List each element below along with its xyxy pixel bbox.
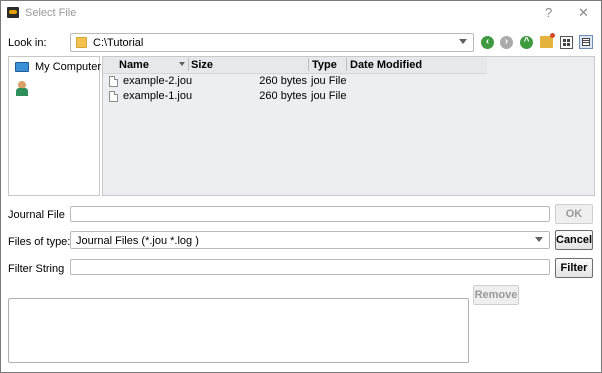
journal-file-label: Journal File <box>8 209 65 221</box>
back-icon[interactable]: ‹ <box>481 36 494 49</box>
chevron-down-icon <box>459 39 467 44</box>
forward-icon[interactable]: › <box>500 36 513 49</box>
column-size-label: Size <box>191 59 214 71</box>
column-type-label: Type <box>312 59 337 71</box>
title-bar: Select File ? ✕ <box>1 1 601 25</box>
file-name: example-2.jou <box>123 75 193 87</box>
remove-button[interactable]: Remove <box>473 285 519 305</box>
table-row[interactable]: example-1.jou 260 bytes jou File <box>103 89 487 104</box>
column-name-label: Name <box>119 59 149 71</box>
file-size: 260 bytes <box>259 75 307 87</box>
help-button[interactable]: ? <box>545 5 552 20</box>
file-type: jou File <box>311 75 347 87</box>
files-of-type-label: Files of type: <box>8 236 71 248</box>
files-of-type-value: Journal Files (*.jou *.log ) <box>76 235 199 247</box>
sidebar-item-label: My Computer <box>35 61 102 73</box>
places-sidebar: My Computer <box>8 56 102 196</box>
look-in-value: C:\Tutorial <box>93 37 144 49</box>
up-icon[interactable]: ^ <box>520 36 533 49</box>
column-date-label: Date Modified <box>350 59 423 71</box>
file-list-header: Name Size Type Date Modified <box>103 57 487 74</box>
ok-button[interactable]: OK <box>555 204 593 224</box>
files-of-type-combo[interactable]: Journal Files (*.jou *.log ) <box>70 231 550 249</box>
column-header-size[interactable]: Size <box>187 57 308 73</box>
look-in-label: Look in: <box>8 37 47 49</box>
column-header-date-modified[interactable]: Date Modified <box>346 57 486 73</box>
cancel-button[interactable]: Cancel <box>555 230 593 250</box>
file-name: example-1.jou <box>123 90 193 102</box>
file-icon <box>109 76 118 87</box>
list-view-icon[interactable] <box>560 36 573 49</box>
selected-files-list[interactable] <box>8 298 469 363</box>
folder-icon <box>76 37 87 48</box>
file-size: 260 bytes <box>259 90 307 102</box>
chevron-down-icon <box>535 237 543 242</box>
app-logo-icon <box>7 7 19 18</box>
file-list[interactable]: Name Size Type Date Modified example-2.j… <box>102 56 595 196</box>
sort-arrow-icon <box>179 62 185 66</box>
sidebar-item-user[interactable] <box>15 81 29 97</box>
close-button[interactable]: ✕ <box>578 5 589 21</box>
column-header-name[interactable]: Name <box>115 57 189 73</box>
file-icon <box>109 91 118 102</box>
filter-button[interactable]: Filter <box>555 258 593 278</box>
column-header-type[interactable]: Type <box>308 57 347 73</box>
file-type: jou File <box>311 90 347 102</box>
journal-file-input[interactable] <box>70 206 550 222</box>
look-in-combo[interactable]: C:\Tutorial <box>70 33 474 52</box>
filter-string-input[interactable] <box>70 259 550 275</box>
detail-view-icon[interactable] <box>579 35 593 49</box>
new-folder-icon[interactable] <box>540 33 555 48</box>
computer-icon <box>15 62 29 72</box>
select-file-dialog: Select File ? ✕ Look in: C:\Tutorial ‹ ›… <box>0 0 602 373</box>
filter-string-label: Filter String <box>8 263 65 275</box>
window-title: Select File <box>25 7 77 19</box>
table-row[interactable]: example-2.jou 260 bytes jou File <box>103 74 487 89</box>
